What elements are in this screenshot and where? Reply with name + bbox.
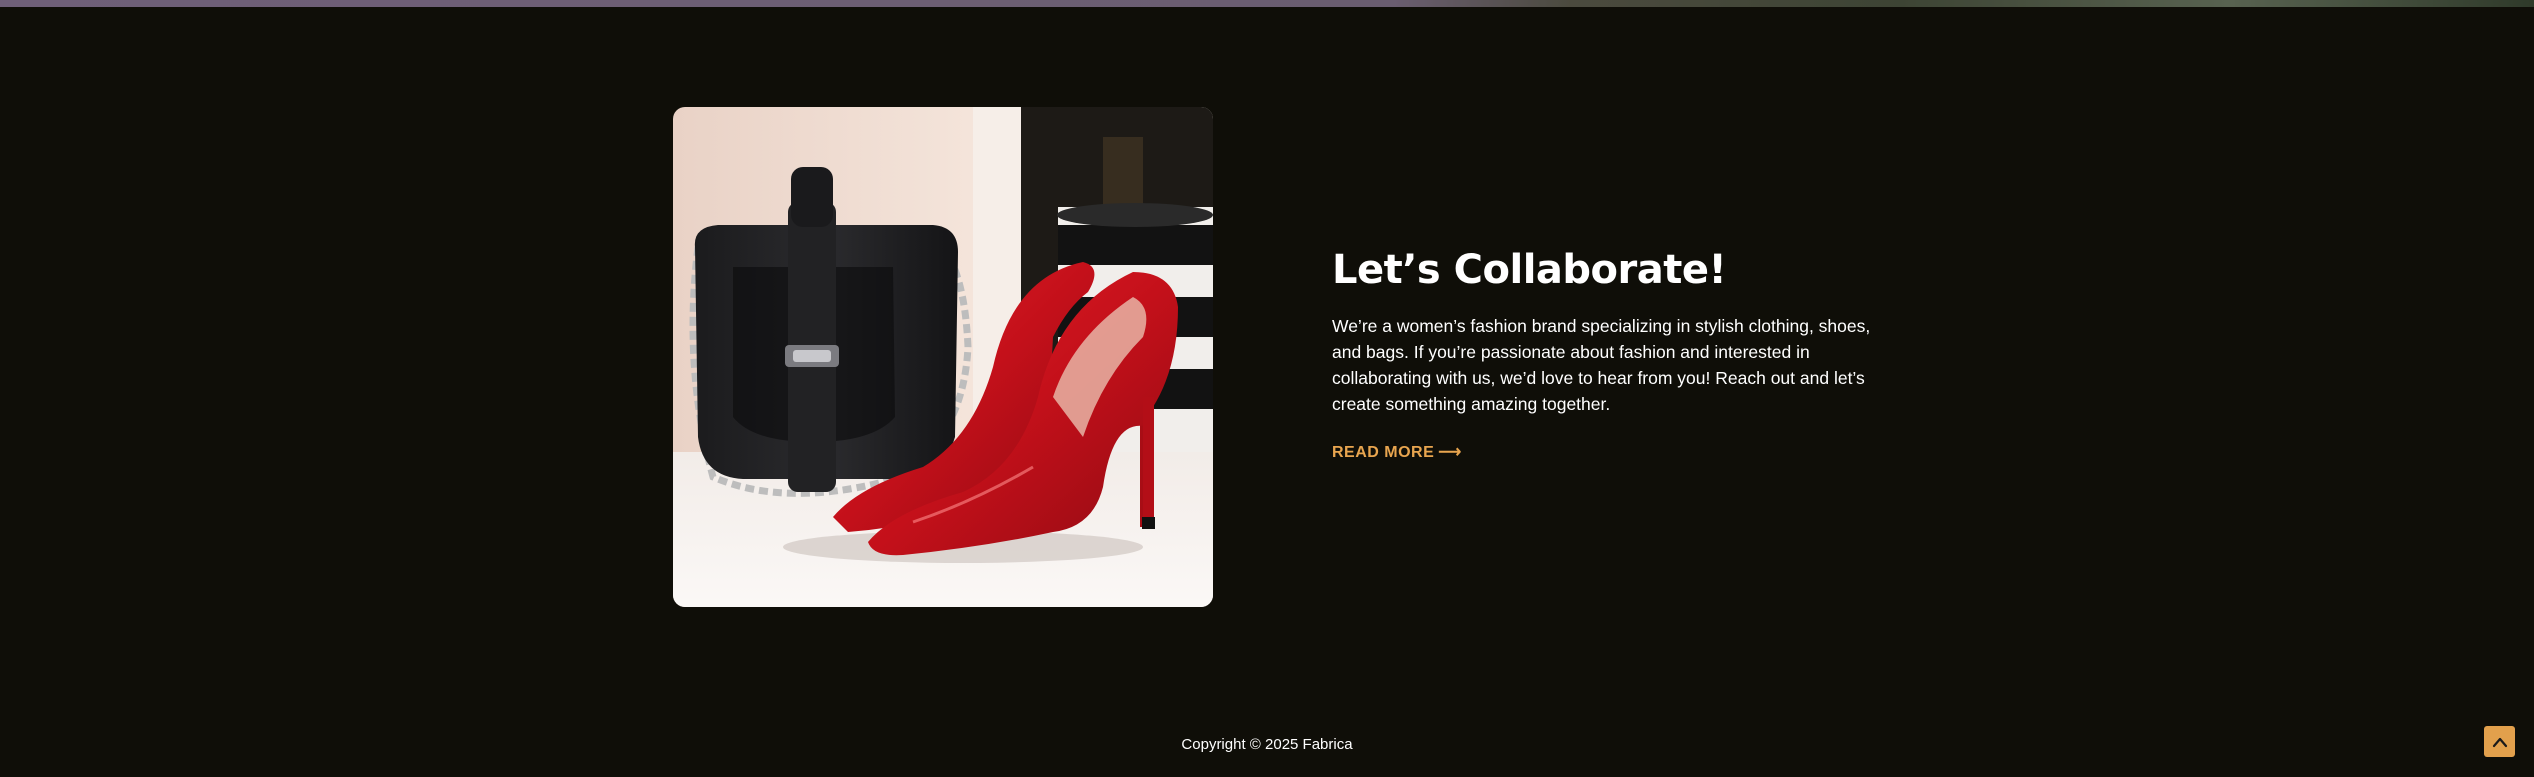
- arrow-right-icon: ⟶: [1438, 444, 1462, 461]
- collaborate-section: Let’s Collaborate! We’re a women’s fashi…: [1332, 244, 1872, 462]
- hero-image-bottom-edge: [0, 0, 2534, 7]
- chevron-up-icon: [2492, 737, 2507, 747]
- section-description: We’re a women’s fashion brand specializi…: [1332, 316, 1871, 414]
- read-more-label: READ MORE: [1332, 444, 1435, 461]
- section-heading: Let’s Collaborate!: [1332, 247, 1727, 293]
- read-more-link[interactable]: READ MORE ⟶: [1332, 442, 1462, 462]
- scroll-to-top-button[interactable]: [2484, 726, 2515, 757]
- collaborate-image: [673, 107, 1213, 607]
- footer-copyright: Copyright © 2025 Fabrica: [1181, 736, 1353, 753]
